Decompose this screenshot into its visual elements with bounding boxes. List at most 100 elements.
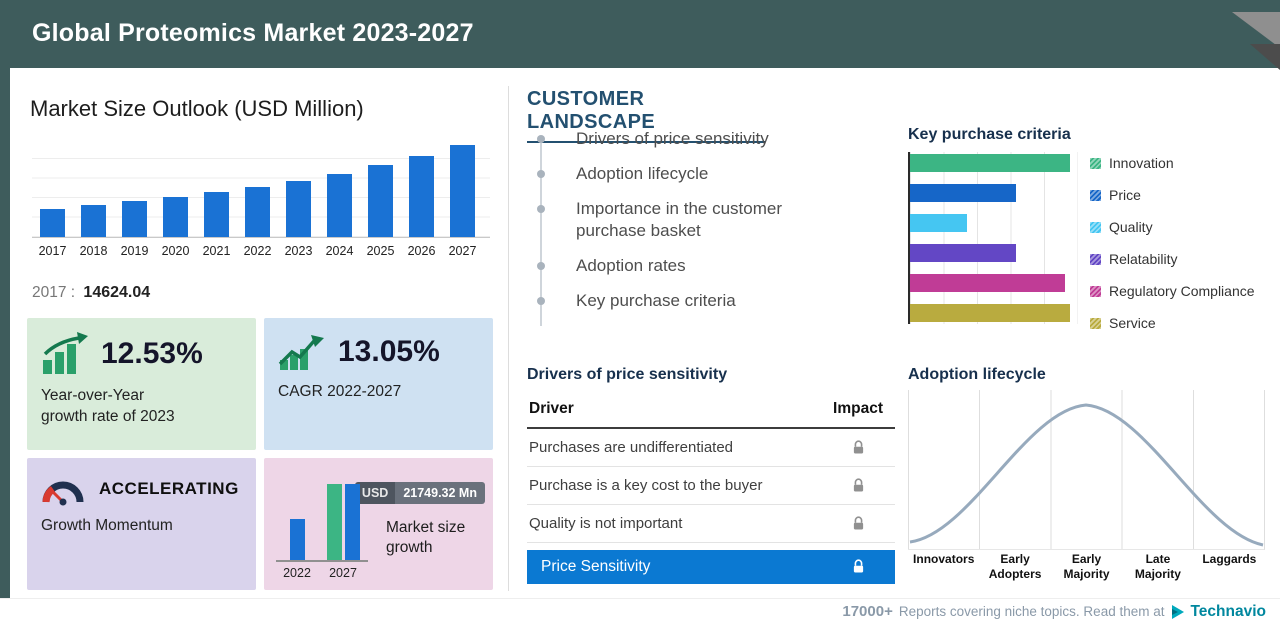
market-bar-slot xyxy=(155,197,196,237)
legend-label: Innovation xyxy=(1109,155,1174,171)
legend-swatch xyxy=(1090,253,1101,265)
mini-bar xyxy=(289,519,305,560)
legend-label: Quality xyxy=(1109,219,1153,235)
legend-swatch xyxy=(1090,317,1101,329)
mini-axis-label: 2022 xyxy=(283,566,311,580)
lock-icon xyxy=(853,516,863,530)
timeline-item: Importance in the customer purchase bask… xyxy=(537,198,808,242)
legend-label: Relatability xyxy=(1109,251,1178,267)
market-size-growth-card: USD 21749.32 Mn 2022 2027 Market size gro… xyxy=(264,458,493,590)
base-year-value: 2017 : 14624.04 xyxy=(32,284,150,302)
adoption-lifecycle-chart xyxy=(908,390,1265,550)
yoy-value: 12.53% xyxy=(101,337,203,370)
legend-label: Price xyxy=(1109,187,1141,203)
market-bar xyxy=(327,174,352,237)
mini-axis-label: 2027 xyxy=(329,566,357,580)
market-bar-slot xyxy=(237,187,278,237)
kpc-bar xyxy=(910,184,1016,202)
growth-amount-badge: USD 21749.32 Mn xyxy=(354,482,485,504)
mini-bar-slot xyxy=(282,519,312,560)
price-sensitivity-table: Driver Impact Purchases are undifferenti… xyxy=(527,396,895,584)
legend-swatch xyxy=(1090,285,1101,297)
highlight-label: Price Sensitivity xyxy=(541,558,651,575)
market-bar-slot xyxy=(32,209,73,237)
column-impact: Impact xyxy=(833,400,883,417)
cagr-value: 13.05% xyxy=(338,335,440,368)
footer: 17000+ Reports covering niche topics. Re… xyxy=(0,598,1280,624)
legend-item: Relatability xyxy=(1090,251,1255,267)
market-bar xyxy=(245,187,270,237)
kpi-cards: 12.53% Year-over-Year growth rate of 202… xyxy=(27,318,493,590)
market-bar-slot xyxy=(360,165,401,237)
lock-icon xyxy=(853,440,863,454)
kpc-bar xyxy=(910,154,1070,172)
legend-item: Innovation xyxy=(1090,155,1255,171)
legend-item: Regulatory Compliance xyxy=(1090,283,1255,299)
legend-swatch xyxy=(1090,189,1101,201)
yoy-growth-card: 12.53% Year-over-Year growth rate of 202… xyxy=(27,318,256,450)
price-sensitivity-title: Drivers of price sensitivity xyxy=(527,366,728,383)
legend-item: Service xyxy=(1090,315,1255,331)
bell-curve xyxy=(909,403,1264,547)
page-title: Global Proteomics Market 2023-2027 xyxy=(32,19,474,47)
market-grid xyxy=(32,140,490,238)
driver-row: Purchase is a key cost to the buyer xyxy=(527,467,895,505)
lifecycle-stage-label: Early Adopters xyxy=(988,552,1042,581)
base-year-label: 2017 : xyxy=(32,284,76,301)
lifecycle-stage-label: Innovators xyxy=(913,552,975,566)
legend-label: Regulatory Compliance xyxy=(1109,283,1255,299)
mini-bar xyxy=(344,484,360,560)
header: Global Proteomics Market 2023-2027 xyxy=(0,0,1280,68)
market-bar-slot xyxy=(114,201,155,237)
market-size-chart: 2017 2018 2019 2020 2021 2022 2023 2024 2025 2026… xyxy=(32,140,490,258)
timeline-item: Adoption lifecycle xyxy=(537,163,808,185)
legend-item: Quality xyxy=(1090,219,1255,235)
market-axis-label: 2019 xyxy=(120,244,149,258)
kpc-chart xyxy=(908,152,1078,324)
brand-name: Technavio xyxy=(1190,602,1266,620)
legend-swatch xyxy=(1090,157,1101,169)
kpc-bar xyxy=(910,214,968,232)
lifecycle-stage-label: Early Majority xyxy=(1063,552,1110,581)
market-axis-label: 2027 xyxy=(448,244,477,258)
market-bar-slot xyxy=(319,174,360,237)
technavio-logo[interactable]: Technavio xyxy=(1170,603,1266,621)
lifecycle-stage-label: Late Majority xyxy=(1134,552,1181,581)
kpc-bar xyxy=(910,304,1070,322)
mini-labels: 2022 2027 xyxy=(276,566,368,580)
column-driver: Driver xyxy=(529,400,574,417)
mini-bars xyxy=(276,484,368,562)
growth-label: Market size growth xyxy=(386,519,466,557)
yoy-label: Year-over-Year growth rate of 2023 xyxy=(41,386,242,428)
market-axis-label: 2020 xyxy=(161,244,190,258)
market-bar xyxy=(286,181,311,237)
badge-amount: 21749.32 Mn xyxy=(395,482,485,504)
mini-growth-chart: 2022 2027 xyxy=(276,484,368,580)
cagr-label: CAGR 2022-2027 xyxy=(278,383,402,400)
impact-cell xyxy=(823,440,893,456)
market-axis-label: 2018 xyxy=(79,244,108,258)
market-axis-label: 2021 xyxy=(202,244,231,258)
timeline-item: Drivers of price sensitivity xyxy=(537,128,808,150)
kpc-bar xyxy=(910,244,1016,262)
driver-label: Purchases are undifferentiated xyxy=(529,439,734,456)
market-bar xyxy=(368,165,393,237)
landscape-topic-list: Drivers of price sensitivity Adoption lif… xyxy=(537,128,840,326)
highlight-lock xyxy=(823,559,893,575)
key-purchase-criteria-title: Key purchase criteria xyxy=(908,126,1071,143)
legend-label: Service xyxy=(1109,315,1156,331)
yoy-label-line1: Year-over-Year xyxy=(41,387,145,404)
legend-item: Price xyxy=(1090,187,1255,203)
base-year-number: 14624.04 xyxy=(83,284,151,301)
market-bar-slot xyxy=(278,181,319,237)
infographic-page: Global Proteomics Market 2023-2027 Marke… xyxy=(0,0,1280,624)
market-bar xyxy=(163,197,188,237)
bar-growth-icon xyxy=(43,332,88,374)
kpc-bar xyxy=(910,274,1065,292)
left-accent-bar xyxy=(0,68,10,600)
legend-swatch xyxy=(1090,221,1101,233)
yoy-label-line2: growth rate of 2023 xyxy=(41,407,175,425)
market-axis-label: 2024 xyxy=(325,244,354,258)
lock-icon xyxy=(853,559,863,573)
driver-label: Quality is not important xyxy=(529,515,683,532)
